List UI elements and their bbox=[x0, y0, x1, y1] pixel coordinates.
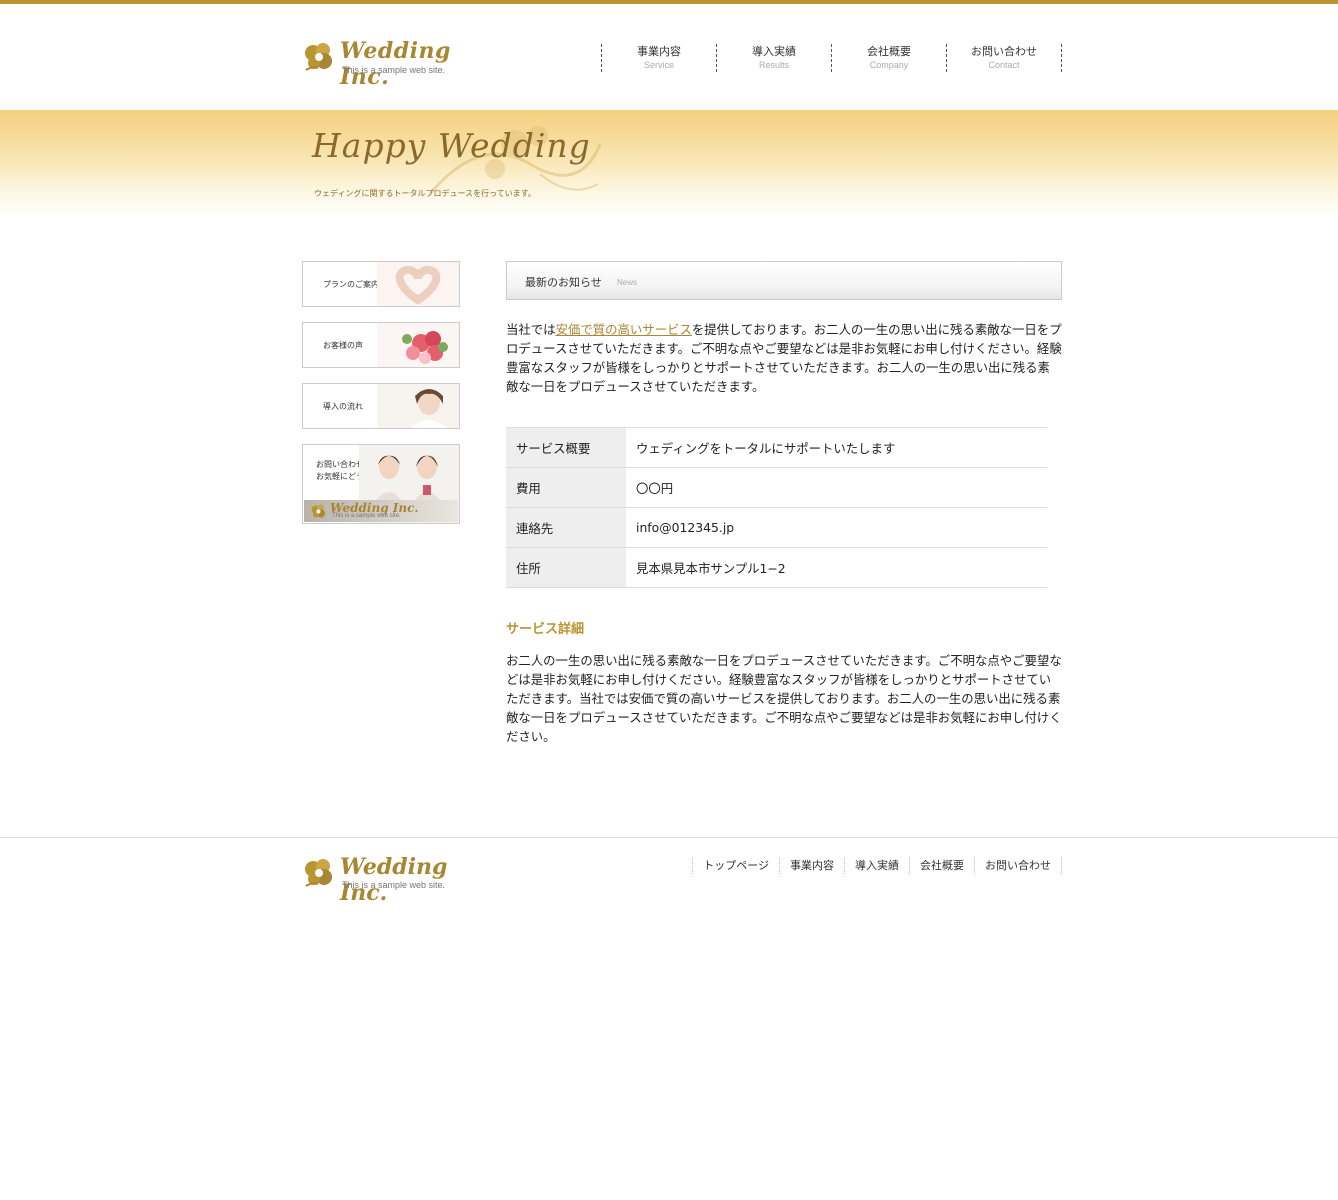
nav-label: お問い合わせ bbox=[971, 45, 1037, 58]
logo-brand: Wedding Inc. bbox=[340, 38, 451, 90]
table-header-cell: 連絡先 bbox=[506, 507, 626, 548]
table-header-cell: 住所 bbox=[506, 547, 626, 588]
bride-photo-icon bbox=[377, 384, 459, 428]
nav-label: 会社概要 bbox=[867, 45, 911, 58]
site-logo[interactable]: Wedding Inc. This is a sample web site. bbox=[302, 38, 482, 90]
nav-sublabel: Company bbox=[869, 60, 909, 70]
nav-sublabel: Service bbox=[643, 60, 674, 70]
table-row: サービス概要 ウェディングをトータルにサポートいたします bbox=[506, 427, 1047, 468]
table-header-cell: 費用 bbox=[506, 467, 626, 508]
detail-body: お二人の一生の思い出に残る素敵な一日をプロデュースさせていただきます。ご不明な点… bbox=[506, 653, 1062, 744]
footer-link-contact[interactable]: お問い合わせ bbox=[975, 857, 1062, 874]
nav-results[interactable]: 導入実績 Results bbox=[717, 44, 832, 72]
intro-text-before: 当社では bbox=[506, 322, 556, 337]
banner-label: お客様の声 bbox=[323, 341, 363, 350]
global-nav: 事業内容 Service 導入実績 Results 会社概要 Company お… bbox=[601, 44, 1062, 72]
banner-label: プランのご案内 bbox=[323, 280, 379, 289]
hero-banner: Happy Wedding ウェディングに関するトータルプロデュースを行っていま… bbox=[0, 110, 1338, 218]
table-row: 住所 見本県見本市サンプル1−2 bbox=[506, 547, 1047, 588]
footer-link-top[interactable]: トップページ bbox=[693, 857, 780, 874]
nav-label: 事業内容 bbox=[637, 45, 681, 58]
table-value-cell: 〇〇円 bbox=[626, 467, 1047, 508]
table-header-cell: サービス概要 bbox=[506, 427, 626, 468]
hero-title: Happy Wedding bbox=[312, 126, 591, 165]
nav-service[interactable]: 事業内容 Service bbox=[602, 44, 717, 72]
table-value-cell: info@012345.jp bbox=[626, 507, 1047, 548]
table-row: 費用 〇〇円 bbox=[506, 467, 1047, 508]
footer-logo-tagline: This is a sample web site. bbox=[342, 880, 446, 890]
heart-hands-photo-icon bbox=[377, 262, 459, 306]
nav-sublabel: Contact bbox=[988, 60, 1020, 70]
info-table: サービス概要 ウェディングをトータルにサポートいたします 費用 〇〇円 連絡先 … bbox=[506, 427, 1047, 588]
flower-logo-icon bbox=[311, 504, 325, 518]
flower-logo-icon bbox=[305, 859, 332, 887]
footer-link-company[interactable]: 会社概要 bbox=[910, 857, 975, 874]
news-heading-jp: 最新のお知らせ bbox=[525, 276, 602, 289]
flower-logo-icon bbox=[305, 43, 332, 71]
news-heading: 最新のお知らせ News bbox=[506, 261, 1062, 300]
news-heading-en: News bbox=[617, 278, 638, 287]
nav-label: 導入実績 bbox=[752, 45, 796, 58]
logo-tagline: This is a sample web site. bbox=[342, 65, 446, 75]
news-intro: 当社では安価で質の高いサービスを提供しております。お二人の一生の思い出に残る素敵… bbox=[506, 320, 1062, 396]
banner-contact[interactable]: お問い合わせは お気軽にどうぞ Wedding Inc. This is a s… bbox=[302, 444, 460, 524]
table-row: 連絡先 info@012345.jp bbox=[506, 507, 1047, 548]
footer-nav: トップページ 事業内容 導入実績 会社概要 お問い合わせ bbox=[692, 857, 1062, 874]
intro-service-link[interactable]: 安価で質の高いサービス bbox=[556, 322, 692, 337]
table-value-cell: 見本県見本市サンプル1−2 bbox=[626, 547, 1047, 588]
main-content: 最新のお知らせ News 当社では安価で質の高いサービスを提供しております。お二… bbox=[506, 261, 1062, 744]
banner-contact-tagline: This is a sample web site. bbox=[332, 513, 401, 519]
nav-company[interactable]: 会社概要 Company bbox=[832, 44, 947, 72]
top-accent-bar bbox=[0, 0, 1338, 4]
table-value-cell: ウェディングをトータルにサポートいたします bbox=[626, 427, 1047, 468]
banner-label: 導入の流れ bbox=[323, 402, 363, 411]
banner-voice[interactable]: お客様の声 bbox=[302, 322, 460, 368]
banner-plans[interactable]: プランのご案内 bbox=[302, 261, 460, 307]
sidebar: プランのご案内 お客様の声 導入の流れ お問い合わせは お気軽にどうぞ Wedd… bbox=[302, 261, 460, 539]
hero-subtitle: ウェディングに関するトータルプロデュースを行っています。 bbox=[314, 189, 536, 198]
detail-title: サービス詳細 bbox=[506, 622, 585, 637]
banner-flow[interactable]: 導入の流れ bbox=[302, 383, 460, 429]
footer-link-results[interactable]: 導入実績 bbox=[845, 857, 910, 874]
banner-contact-strip: Wedding Inc. This is a sample web site. bbox=[304, 500, 458, 522]
bouquet-photo-icon bbox=[377, 323, 459, 367]
footer-link-service[interactable]: 事業内容 bbox=[780, 857, 845, 874]
nav-contact[interactable]: お問い合わせ Contact bbox=[947, 44, 1062, 72]
footer-logo[interactable]: Wedding Inc. This is a sample web site. bbox=[302, 854, 482, 906]
footer-divider bbox=[0, 837, 1338, 838]
nav-sublabel: Results bbox=[758, 60, 789, 70]
